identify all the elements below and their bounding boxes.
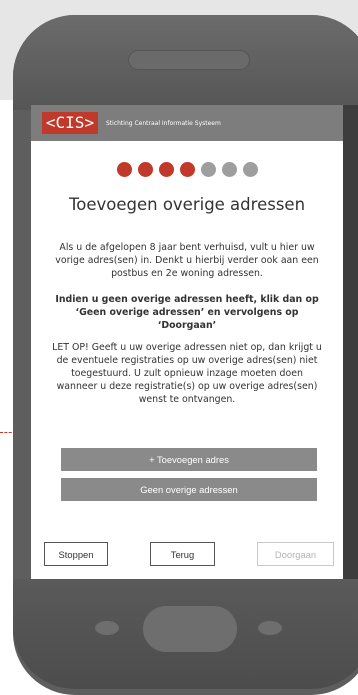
app-header: <CIS> Stichting Centraal Informatie Syst… [31,105,343,141]
step-dot-completed [158,162,174,177]
stop-button[interactable]: Stoppen [44,542,108,566]
step-dot-completed [179,162,195,177]
home-button[interactable] [143,606,237,652]
step-dot-completed [137,162,153,177]
cis-logo: <CIS> [42,112,98,134]
phone-speaker [128,50,250,70]
intro-text: Als u de afgelopen 8 jaar bent verhuisd,… [55,242,319,279]
progress-steps [31,162,343,177]
organization-name: Stichting Centraal Informatie Systeem [106,119,221,127]
instruction-text: Indien u geen overige adressen heeft, kl… [55,294,319,331]
step-dot-pending [221,162,237,177]
back-button[interactable]: Terug [150,542,215,566]
step-dot-completed [116,162,132,177]
step-dot-pending [200,162,216,177]
no-other-addresses-button[interactable]: Geen overige adressen [61,478,317,501]
continue-button[interactable]: Doorgaan [257,542,334,566]
page-title: Toevoegen overige adressen [68,195,306,214]
screen-side-shadow [343,105,358,579]
phone-screen: <CIS> Stichting Centraal Informatie Syst… [31,105,343,579]
right-sensor-dot [258,621,282,635]
step-dot-pending [242,162,258,177]
left-sensor-dot [95,621,119,635]
add-address-button[interactable]: + Toevoegen adres [61,448,317,471]
warning-text: LET OP! Geeft u uw overige adressen niet… [52,342,322,405]
